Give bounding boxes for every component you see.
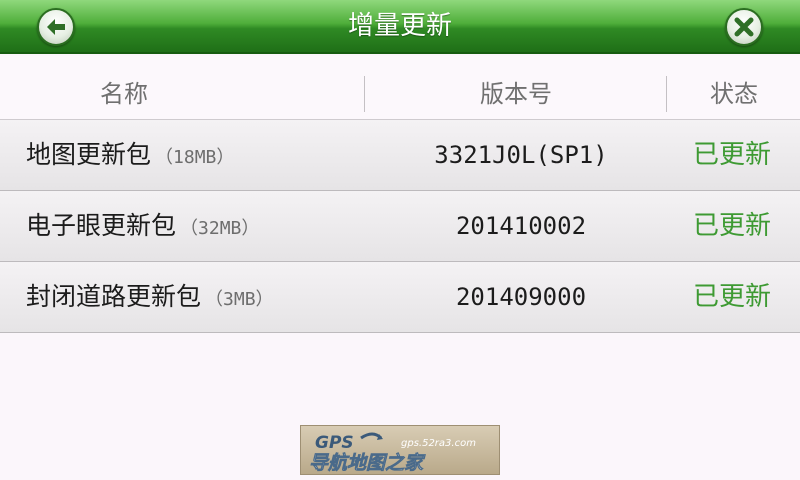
package-status: 已更新 (693, 282, 772, 312)
package-name-cell: 封闭道路更新包 （3MB） (26, 262, 274, 332)
watermark-logo-graphic: GPS gps.52ra3.com 导航地图之家 (309, 432, 476, 474)
package-status: 已更新 (693, 140, 772, 170)
package-size: （32MB） (180, 218, 260, 239)
package-version: 201409000 (455, 283, 587, 311)
column-header-version: 版本号 (480, 80, 552, 108)
page-title: 增量更新 (347, 11, 452, 41)
package-name-cell: 地图更新包 （18MB） (26, 120, 234, 190)
package-name: 地图更新包 (26, 140, 152, 169)
watermark-logo: GPS gps.52ra3.com 导航地图之家 (300, 425, 500, 475)
package-status: 已更新 (693, 211, 772, 241)
column-header-status: 状态 (710, 80, 758, 108)
table-row[interactable]: 电子眼更新包 （32MB） 201410002 已更新 (0, 191, 800, 262)
table-row[interactable]: 封闭道路更新包 （3MB） 201409000 已更新 (0, 262, 800, 333)
watermark-tagline: 导航地图之家 (309, 452, 426, 474)
column-divider (666, 76, 667, 112)
package-version: 3321J0L(SP1) (434, 141, 608, 169)
package-size: （18MB） (155, 147, 235, 168)
title-bar: 增量更新 (0, 0, 800, 54)
package-version: 201410002 (455, 212, 587, 240)
close-x-icon (734, 17, 754, 37)
package-name: 电子眼更新包 (26, 211, 177, 240)
close-button[interactable] (725, 8, 763, 46)
back-button[interactable] (37, 8, 75, 46)
table-row[interactable]: 地图更新包 （18MB） 3321J0L(SP1) 已更新 (0, 120, 800, 191)
back-arrow-icon (47, 19, 65, 35)
watermark-site: gps.52ra3.com (401, 438, 476, 449)
watermark-brand: GPS (315, 433, 354, 453)
package-name-cell: 电子眼更新包 （32MB） (26, 191, 259, 261)
column-header-name: 名称 (100, 80, 148, 108)
package-name: 封闭道路更新包 (26, 282, 202, 311)
column-divider (364, 76, 365, 112)
package-size: （3MB） (205, 289, 274, 310)
table-header: 名称 版本号 状态 (0, 56, 800, 120)
